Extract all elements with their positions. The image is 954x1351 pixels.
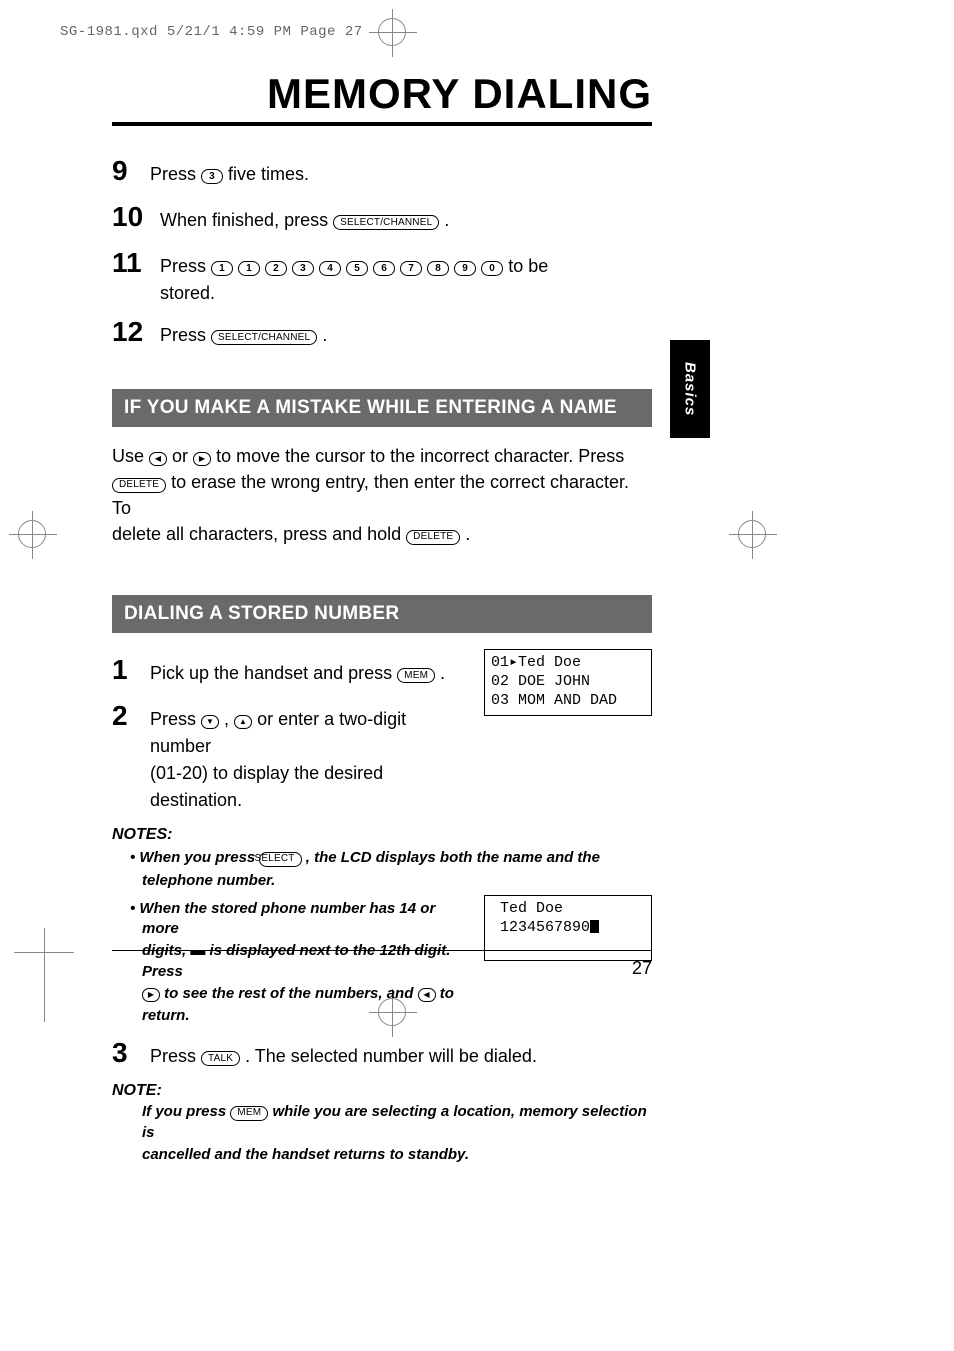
step-11: 11 Press 1 1 2 3 4 5 6 7 8 9 0 to be sto… [112, 242, 652, 307]
note-text: to see the rest of the numbers, and [164, 985, 417, 1002]
step-number: 1 [112, 649, 150, 691]
right-arrow-icon: ▶ [193, 452, 211, 466]
step-12: 12 Press SELECT/CHANNEL . [112, 311, 652, 353]
note-1-cont: telephone number. [112, 871, 652, 891]
step-text: Press [150, 709, 201, 729]
section-heading-dialing: DIALING A STORED NUMBER [112, 595, 652, 633]
crop-mark-icon [18, 520, 46, 548]
note-2-cont: return. [112, 1006, 466, 1026]
step-text: , [224, 709, 234, 729]
note-heading: NOTE: [112, 1082, 652, 1100]
note-3: If you press MEM while you are selecting… [112, 1102, 652, 1143]
note-3-cont: cancelled and the handset returns to sta… [112, 1145, 652, 1165]
section-heading-mistake: IF YOU MAKE A MISTAKE WHILE ENTERING A N… [112, 389, 652, 427]
step-text: . [440, 663, 445, 683]
crop-mark-icon [378, 18, 406, 46]
step-number: 3 [112, 1032, 150, 1074]
keypad-button: 5 [346, 261, 368, 276]
note-1: • When you press SELECT , the LCD displa… [112, 848, 652, 868]
step-number: 11 [112, 242, 160, 284]
cursor-icon [590, 920, 599, 933]
step-3: 3 Press TALK . The selected number will … [112, 1032, 652, 1074]
select-channel-button: SELECT/CHANNEL [333, 215, 439, 230]
lcd-display-1: 01▸Ted Doe 02 DOE JOHN 03 MOM AND DAD [484, 649, 652, 715]
keypad-button: 7 [400, 261, 422, 276]
mistake-body: Use ◀ or ▶ to move the cursor to the inc… [112, 443, 652, 547]
lcd-display-2: Ted Doe 1234567890 [484, 895, 652, 961]
keypad-button: 4 [319, 261, 341, 276]
talk-button: TALK [201, 1051, 240, 1066]
step-text: (01-20) to display the desired destinati… [150, 763, 383, 810]
keypad-button: 3 [292, 261, 314, 276]
step-text: When finished, press [160, 210, 333, 230]
crop-mark-icon [738, 520, 766, 548]
step-text: . The selected number will be dialed. [245, 1046, 537, 1066]
note-2: • When the stored phone number has 14 or… [112, 899, 466, 940]
step-number: 10 [112, 196, 160, 238]
text: to move the cursor to the incorrect char… [216, 446, 624, 466]
step-text: . [322, 325, 327, 345]
note-text: , the LCD displays both the name and the [306, 849, 600, 866]
text: . [465, 524, 470, 544]
trim-mark [44, 928, 45, 1022]
keypad-button: 1 [238, 261, 260, 276]
page-title: MEMORY DIALING [112, 70, 652, 118]
select-channel-button: SELECT/CHANNEL [211, 330, 317, 345]
text: or [172, 446, 193, 466]
footer-rule [112, 950, 652, 951]
keypad-button: 9 [454, 261, 476, 276]
keypad-button: 0 [481, 261, 503, 276]
note-text: If you press [142, 1103, 230, 1120]
text: to erase the wrong entry, then enter the… [112, 472, 629, 518]
text: delete all characters, press and hold [112, 524, 406, 544]
note-2-cont: ▶ to see the rest of the numbers, and ◀ … [112, 984, 466, 1004]
select-button: SELECT [259, 852, 301, 867]
step-text: five times. [228, 164, 309, 184]
step-text: Press [160, 325, 211, 345]
delete-button: DELETE [112, 478, 166, 493]
keypad-button: 6 [373, 261, 395, 276]
step-text: Press [150, 1046, 201, 1066]
crop-header: SG-1981.qxd 5/21/1 4:59 PM Page 27 [60, 24, 363, 40]
step-number: 12 [112, 311, 160, 353]
up-arrow-icon: ▲ [234, 715, 252, 729]
mem-button: MEM [397, 668, 435, 683]
step-2: 2 Press ▼ , ▲ or enter a two-digit numbe… [112, 695, 466, 814]
text: Use [112, 446, 149, 466]
delete-button: DELETE [406, 530, 460, 545]
step-text: stored. [160, 283, 215, 303]
right-arrow-icon: ▶ [142, 988, 160, 1002]
step-number: 9 [112, 150, 150, 192]
step-1: 1 Pick up the handset and press MEM . [112, 649, 466, 691]
section-tab-basics: Basics [670, 340, 710, 438]
notes-heading: NOTES: [112, 826, 652, 844]
step-10: 10 When finished, press SELECT/CHANNEL . [112, 196, 652, 238]
keypad-button: 1 [211, 261, 233, 276]
down-arrow-icon: ▼ [201, 715, 219, 729]
page-number: 27 [112, 958, 652, 979]
keypad-button: 2 [265, 261, 287, 276]
page-content: MEMORY DIALING 9 Press 3 five times. 10 … [112, 70, 652, 1165]
keypad-3-button: 3 [201, 169, 223, 184]
step-text: Press [150, 164, 201, 184]
step-text: Pick up the handset and press [150, 663, 397, 683]
page-title-block: MEMORY DIALING [112, 70, 652, 126]
step-text: . [444, 210, 449, 230]
note-text: • When you press [130, 849, 259, 866]
step-number: 2 [112, 695, 150, 737]
mem-button: MEM [230, 1106, 268, 1121]
left-arrow-icon: ◀ [149, 452, 167, 466]
trim-mark [14, 952, 74, 953]
keypad-button: 8 [427, 261, 449, 276]
section-tab-label: Basics [682, 362, 699, 416]
step-text: to be [508, 256, 548, 276]
note-text: to [440, 985, 454, 1002]
step-text: Press [160, 256, 211, 276]
step-9: 9 Press 3 five times. [112, 150, 652, 192]
left-arrow-icon: ◀ [418, 988, 436, 1002]
